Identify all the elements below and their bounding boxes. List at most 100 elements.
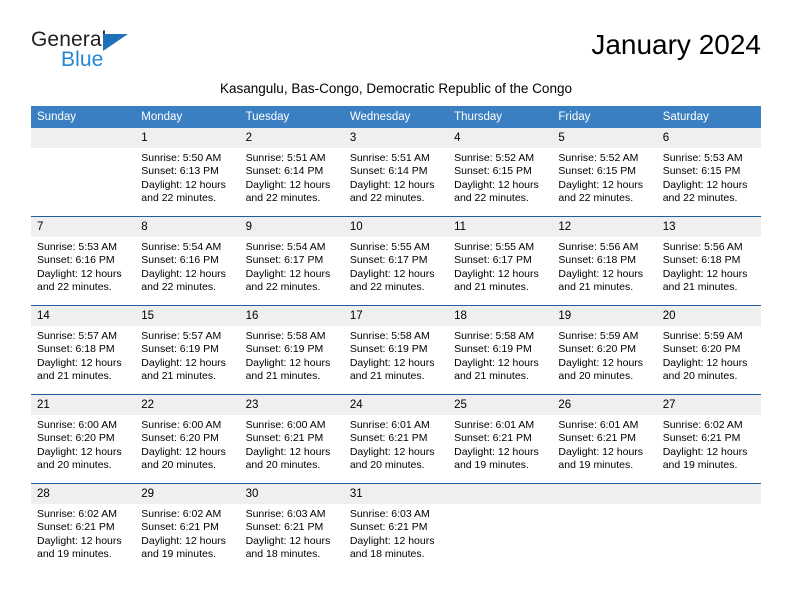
calendar-header: Sunday Monday Tuesday Wednesday Thursday… xyxy=(31,106,761,128)
sunrise-text: Sunrise: 6:03 AM xyxy=(245,508,326,520)
day-details: Sunrise: 6:03 AM Sunset: 6:21 PM Dayligh… xyxy=(240,504,344,562)
day-cell[interactable]: 17 Sunrise: 5:58 AM Sunset: 6:19 PM Dayl… xyxy=(343,305,449,395)
day-cell[interactable]: 13 Sunrise: 5:56 AM Sunset: 6:18 PM Dayl… xyxy=(656,216,761,306)
daylight-text-line2: and 19 minutes. xyxy=(141,548,216,561)
day-details: Sunrise: 5:54 AM Sunset: 6:16 PM Dayligh… xyxy=(135,237,239,295)
sunrise-text: Sunrise: 5:51 AM xyxy=(245,152,326,164)
day-cell[interactable]: 27 Sunrise: 6:02 AM Sunset: 6:21 PM Dayl… xyxy=(656,394,761,484)
daylight-text-line2: and 21 minutes. xyxy=(349,370,425,383)
daylight-text-line1: Daylight: 12 hours xyxy=(245,534,331,547)
day-cell[interactable]: 20 Sunrise: 5:59 AM Sunset: 6:20 PM Dayl… xyxy=(656,305,761,395)
day-cell[interactable]: 22 Sunrise: 6:00 AM Sunset: 6:20 PM Dayl… xyxy=(135,394,240,484)
day-cell-inner: 12 Sunrise: 5:56 AM Sunset: 6:18 PM Dayl… xyxy=(552,217,657,305)
day-cell[interactable]: 14 Sunrise: 5:57 AM Sunset: 6:18 PM Dayl… xyxy=(31,305,136,395)
sunrise-text: Sunrise: 5:57 AM xyxy=(141,330,222,342)
day-cell[interactable]: 9 Sunrise: 5:54 AM Sunset: 6:17 PM Dayli… xyxy=(239,216,344,306)
day-cell[interactable]: 31 Sunrise: 6:03 AM Sunset: 6:21 PM Dayl… xyxy=(343,483,449,572)
day-cell[interactable]: 30 Sunrise: 6:03 AM Sunset: 6:21 PM Dayl… xyxy=(239,483,344,572)
daylight-text-line2: and 22 minutes. xyxy=(349,281,425,294)
daylight-text-line1: Daylight: 12 hours xyxy=(37,356,122,369)
day-number: 23 xyxy=(239,395,344,415)
day-cell[interactable]: 3 Sunrise: 5:51 AM Sunset: 6:14 PM Dayli… xyxy=(343,128,449,217)
day-cell[interactable]: 16 Sunrise: 5:58 AM Sunset: 6:19 PM Dayl… xyxy=(239,305,344,395)
daylight-text-line2: and 21 minutes. xyxy=(558,281,634,294)
day-cell[interactable]: 21 Sunrise: 6:00 AM Sunset: 6:20 PM Dayl… xyxy=(31,394,136,484)
day-cell[interactable]: 7 Sunrise: 5:53 AM Sunset: 6:16 PM Dayli… xyxy=(31,216,136,306)
sunset-text: Sunset: 6:21 PM xyxy=(245,432,324,445)
sunrise-text: Sunrise: 6:03 AM xyxy=(349,508,430,520)
day-cell[interactable]: 6 Sunrise: 5:53 AM Sunset: 6:15 PM Dayli… xyxy=(656,128,761,217)
day-details: Sunrise: 5:52 AM Sunset: 6:15 PM Dayligh… xyxy=(448,148,552,206)
daylight-text-line1: Daylight: 12 hours xyxy=(454,267,539,280)
daylight-text-line1: Daylight: 12 hours xyxy=(349,178,435,191)
weekday-header-row: Sunday Monday Tuesday Wednesday Thursday… xyxy=(31,106,761,128)
day-cell[interactable]: 10 Sunrise: 5:55 AM Sunset: 6:17 PM Dayl… xyxy=(343,216,449,306)
daylight-text-line1: Daylight: 12 hours xyxy=(141,445,226,458)
day-cell[interactable]: 5 Sunrise: 5:52 AM Sunset: 6:15 PM Dayli… xyxy=(552,128,657,217)
day-cell[interactable]: 15 Sunrise: 5:57 AM Sunset: 6:19 PM Dayl… xyxy=(135,305,240,395)
day-cell-inner: 4 Sunrise: 5:52 AM Sunset: 6:15 PM Dayli… xyxy=(448,128,553,216)
logo-triangle-icon xyxy=(103,34,128,51)
sunset-text: Sunset: 6:20 PM xyxy=(662,343,741,356)
day-number: 5 xyxy=(552,128,657,148)
day-cell-inner: 22 Sunrise: 6:00 AM Sunset: 6:20 PM Dayl… xyxy=(135,395,240,483)
daylight-text-line1: Daylight: 12 hours xyxy=(37,534,122,547)
day-cell[interactable] xyxy=(656,483,761,572)
day-number xyxy=(656,484,761,504)
calendar-body: 1 Sunrise: 5:50 AM Sunset: 6:13 PM Dayli… xyxy=(31,128,761,572)
day-cell[interactable]: 2 Sunrise: 5:51 AM Sunset: 6:14 PM Dayli… xyxy=(239,128,344,217)
day-cell[interactable] xyxy=(552,483,657,572)
day-cell[interactable]: 26 Sunrise: 6:01 AM Sunset: 6:21 PM Dayl… xyxy=(552,394,657,484)
daylight-text-line2: and 22 minutes. xyxy=(37,281,112,294)
daylight-text-line2: and 21 minutes. xyxy=(37,370,112,383)
day-cell[interactable] xyxy=(31,128,136,217)
day-number: 31 xyxy=(343,484,449,504)
sunrise-text: Sunrise: 5:58 AM xyxy=(245,330,326,342)
day-cell[interactable]: 1 Sunrise: 5:50 AM Sunset: 6:13 PM Dayli… xyxy=(135,128,240,217)
sunrise-text: Sunrise: 5:54 AM xyxy=(141,241,222,253)
general-blue-logo[interactable]: General Blue xyxy=(31,28,231,76)
day-cell-inner: 19 Sunrise: 5:59 AM Sunset: 6:20 PM Dayl… xyxy=(552,306,657,394)
daylight-text-line2: and 20 minutes. xyxy=(245,459,321,472)
day-details: Sunrise: 5:55 AM Sunset: 6:17 PM Dayligh… xyxy=(344,237,448,295)
day-number: 11 xyxy=(448,217,553,237)
day-details: Sunrise: 5:53 AM Sunset: 6:15 PM Dayligh… xyxy=(657,148,761,206)
weekday-header-sunday: Sunday xyxy=(31,106,136,128)
day-cell[interactable]: 19 Sunrise: 5:59 AM Sunset: 6:20 PM Dayl… xyxy=(552,305,657,395)
daylight-text-line2: and 20 minutes. xyxy=(37,459,112,472)
day-cell[interactable]: 4 Sunrise: 5:52 AM Sunset: 6:15 PM Dayli… xyxy=(448,128,553,217)
day-cell[interactable]: 18 Sunrise: 5:58 AM Sunset: 6:19 PM Dayl… xyxy=(448,305,553,395)
day-cell-inner: 28 Sunrise: 6:02 AM Sunset: 6:21 PM Dayl… xyxy=(31,484,136,572)
day-cell-inner: 21 Sunrise: 6:00 AM Sunset: 6:20 PM Dayl… xyxy=(31,395,136,483)
week-row: 28 Sunrise: 6:02 AM Sunset: 6:21 PM Dayl… xyxy=(31,483,761,572)
day-cell-inner: 13 Sunrise: 5:56 AM Sunset: 6:18 PM Dayl… xyxy=(656,217,761,305)
sunrise-text: Sunrise: 5:54 AM xyxy=(245,241,326,253)
day-details: Sunrise: 5:51 AM Sunset: 6:14 PM Dayligh… xyxy=(344,148,448,206)
day-details: Sunrise: 6:03 AM Sunset: 6:21 PM Dayligh… xyxy=(344,504,448,562)
day-cell[interactable] xyxy=(448,483,553,572)
daylight-text-line1: Daylight: 12 hours xyxy=(558,178,644,191)
day-cell[interactable]: 29 Sunrise: 6:02 AM Sunset: 6:21 PM Dayl… xyxy=(135,483,240,572)
day-cell[interactable]: 24 Sunrise: 6:01 AM Sunset: 6:21 PM Dayl… xyxy=(343,394,449,484)
daylight-text-line2: and 20 minutes. xyxy=(662,370,738,383)
day-cell[interactable]: 12 Sunrise: 5:56 AM Sunset: 6:18 PM Dayl… xyxy=(552,216,657,306)
calendar-page: General Blue January 2024 Kasangulu, Bas… xyxy=(0,0,792,612)
sunset-text: Sunset: 6:20 PM xyxy=(141,432,219,445)
day-number: 16 xyxy=(239,306,344,326)
day-details: Sunrise: 6:00 AM Sunset: 6:21 PM Dayligh… xyxy=(240,415,344,473)
day-cell-inner: 10 Sunrise: 5:55 AM Sunset: 6:17 PM Dayl… xyxy=(343,217,449,305)
sunset-text: Sunset: 6:17 PM xyxy=(245,254,324,267)
day-cell[interactable]: 11 Sunrise: 5:55 AM Sunset: 6:17 PM Dayl… xyxy=(448,216,553,306)
day-cell-inner: 30 Sunrise: 6:03 AM Sunset: 6:21 PM Dayl… xyxy=(239,484,344,572)
daylight-text-line1: Daylight: 12 hours xyxy=(37,267,122,280)
day-cell[interactable]: 23 Sunrise: 6:00 AM Sunset: 6:21 PM Dayl… xyxy=(239,394,344,484)
day-cell[interactable]: 25 Sunrise: 6:01 AM Sunset: 6:21 PM Dayl… xyxy=(448,394,553,484)
daylight-text-line1: Daylight: 12 hours xyxy=(349,445,435,458)
day-cell[interactable]: 8 Sunrise: 5:54 AM Sunset: 6:16 PM Dayli… xyxy=(135,216,240,306)
day-cell[interactable]: 28 Sunrise: 6:02 AM Sunset: 6:21 PM Dayl… xyxy=(31,483,136,572)
day-number: 7 xyxy=(31,217,136,237)
day-number: 21 xyxy=(31,395,136,415)
weekday-header-wednesday: Wednesday xyxy=(343,106,449,128)
sunrise-text: Sunrise: 5:57 AM xyxy=(37,330,117,342)
day-number: 19 xyxy=(552,306,657,326)
